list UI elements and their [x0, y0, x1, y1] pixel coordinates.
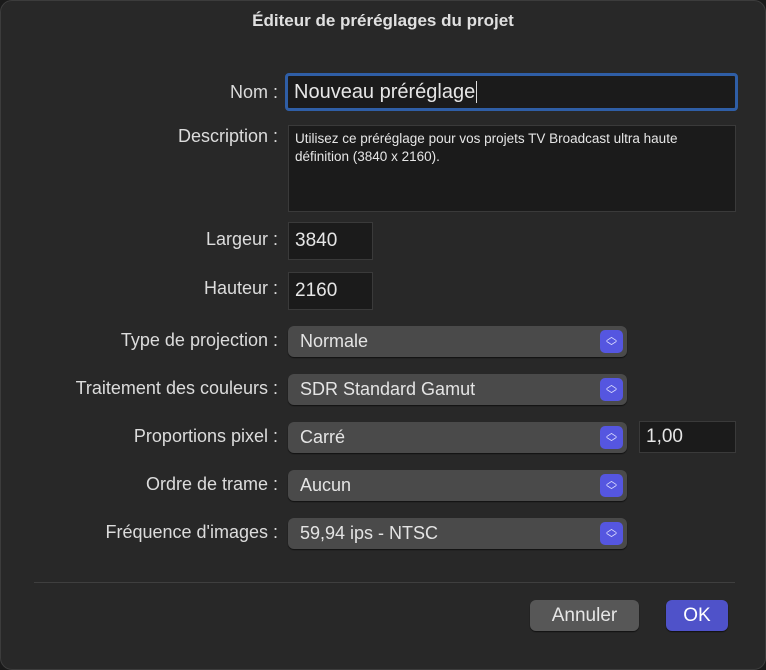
chevron-up-down-icon: ︿ ﹀ — [600, 474, 623, 497]
text-caret — [476, 81, 478, 103]
name-input[interactable]: Nouveau préréglage — [285, 73, 738, 111]
pixel-aspect-label: Proportions pixel : — [133, 426, 278, 446]
field-order-value: Aucun — [300, 475, 352, 495]
frame-rate-popup[interactable]: 59,94 ips - NTSC ︿ ﹀ — [288, 518, 627, 549]
height-label: Hauteur : — [203, 278, 278, 298]
field-order-label: Ordre de trame : — [145, 474, 278, 494]
name-value: Nouveau préréglage — [294, 80, 476, 103]
projection-label: Type de projection : — [120, 330, 278, 350]
frame-rate-label: Fréquence d'images : — [105, 522, 278, 542]
pixel-ratio-input[interactable]: 1,00 — [639, 421, 736, 453]
preset-editor-dialog: Éditeur de préréglages du projet Nom : N… — [0, 0, 766, 670]
chevron-up-down-icon: ︿ ﹀ — [600, 426, 623, 449]
projection-value: Normale — [300, 331, 369, 351]
width-label: Largeur : — [205, 229, 278, 249]
field-order-popup[interactable]: Aucun ︿ ﹀ — [288, 470, 627, 501]
color-label: Traitement des couleurs : — [75, 378, 278, 398]
description-label: Description : — [177, 126, 278, 146]
width-input[interactable]: 3840 — [288, 222, 373, 260]
cancel-button[interactable]: Annuler — [530, 600, 639, 631]
projection-popup[interactable]: Normale ︿ ﹀ — [288, 326, 627, 357]
color-processing-popup[interactable]: SDR Standard Gamut ︿ ﹀ — [288, 374, 627, 405]
chevron-up-down-icon: ︿ ﹀ — [600, 330, 623, 353]
ok-button[interactable]: OK — [666, 600, 728, 631]
chevron-up-down-icon: ︿ ﹀ — [600, 378, 623, 401]
height-input[interactable]: 2160 — [288, 272, 373, 310]
color-value: SDR Standard Gamut — [300, 379, 476, 399]
pixel-aspect-value: Carré — [300, 427, 346, 447]
dialog-title: Éditeur de préréglages du projet — [252, 11, 514, 30]
description-textarea[interactable]: Utilisez ce préréglage pour vos projets … — [288, 125, 736, 212]
pixel-aspect-popup[interactable]: Carré ︿ ﹀ — [288, 422, 627, 453]
frame-rate-value: 59,94 ips - NTSC — [300, 523, 439, 543]
chevron-up-down-icon: ︿ ﹀ — [600, 522, 623, 545]
divider — [34, 582, 735, 583]
name-label: Nom : — [229, 82, 278, 102]
